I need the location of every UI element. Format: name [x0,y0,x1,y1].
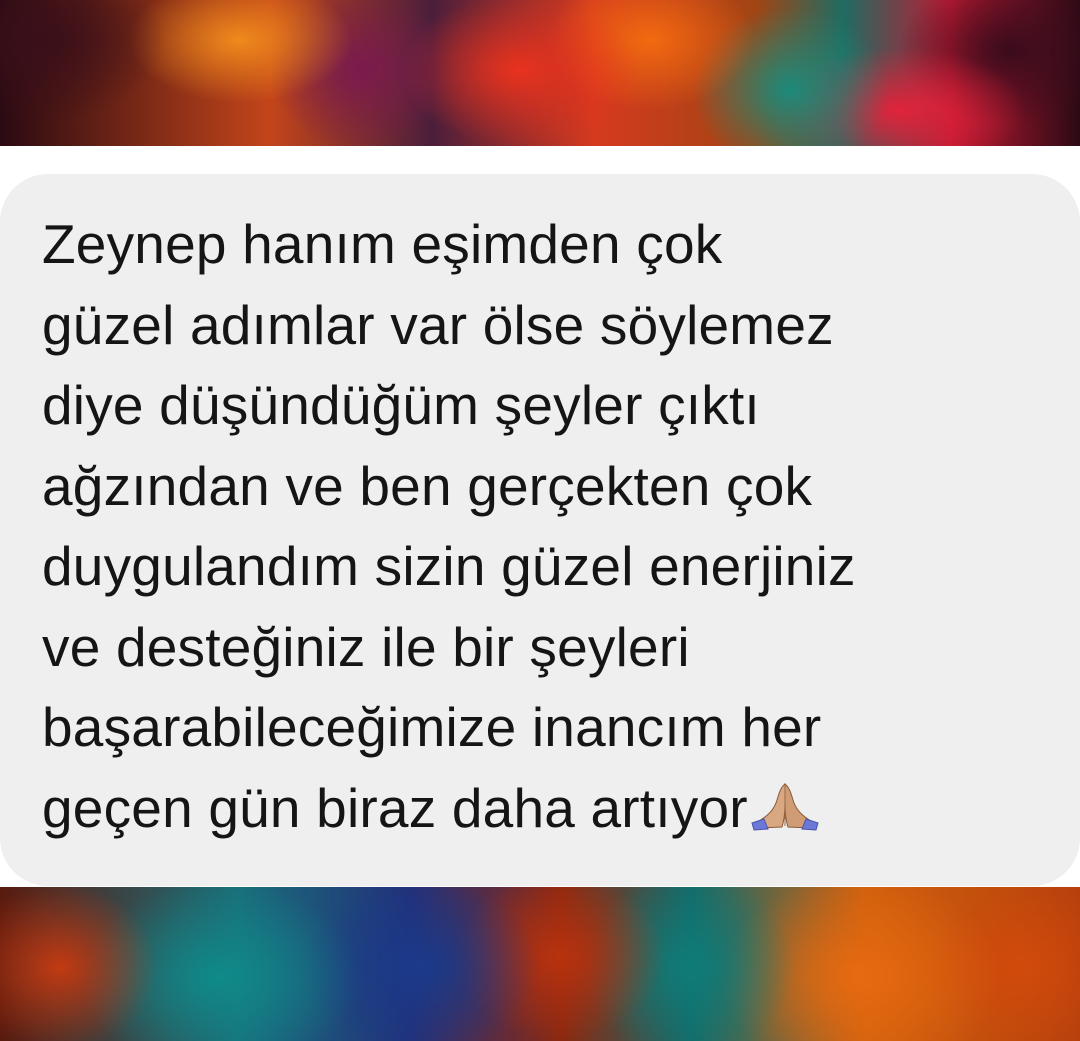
message-last-line: geçen gün biraz daha artıyor [42,768,1060,849]
message-text: Zeynep hanım eşimden çok güzel adımlar v… [42,204,1060,848]
message-line: Zeynep hanım eşimden çok [42,213,723,275]
message-line: başarabileceğimize inancım her [42,696,822,758]
folded-hands-icon [751,782,819,831]
message-line: güzel adımlar var ölse söylemez [42,293,834,356]
message-line: ağzından ve ben gerçekten çok [42,454,813,517]
fabric-background-bottom [0,887,1080,1041]
fabric-background-top [0,0,1080,146]
message-line: diye düşündüğüm şeyler çıktı [42,374,760,436]
message-line: ve desteğiniz ile bir şeyleri [42,615,690,678]
message-bubble: Zeynep hanım eşimden çok güzel adımlar v… [0,174,1080,886]
message-line: geçen gün biraz daha artıyor [42,776,748,839]
message-line: duygulandım sizin güzel enerjiniz [42,535,856,597]
